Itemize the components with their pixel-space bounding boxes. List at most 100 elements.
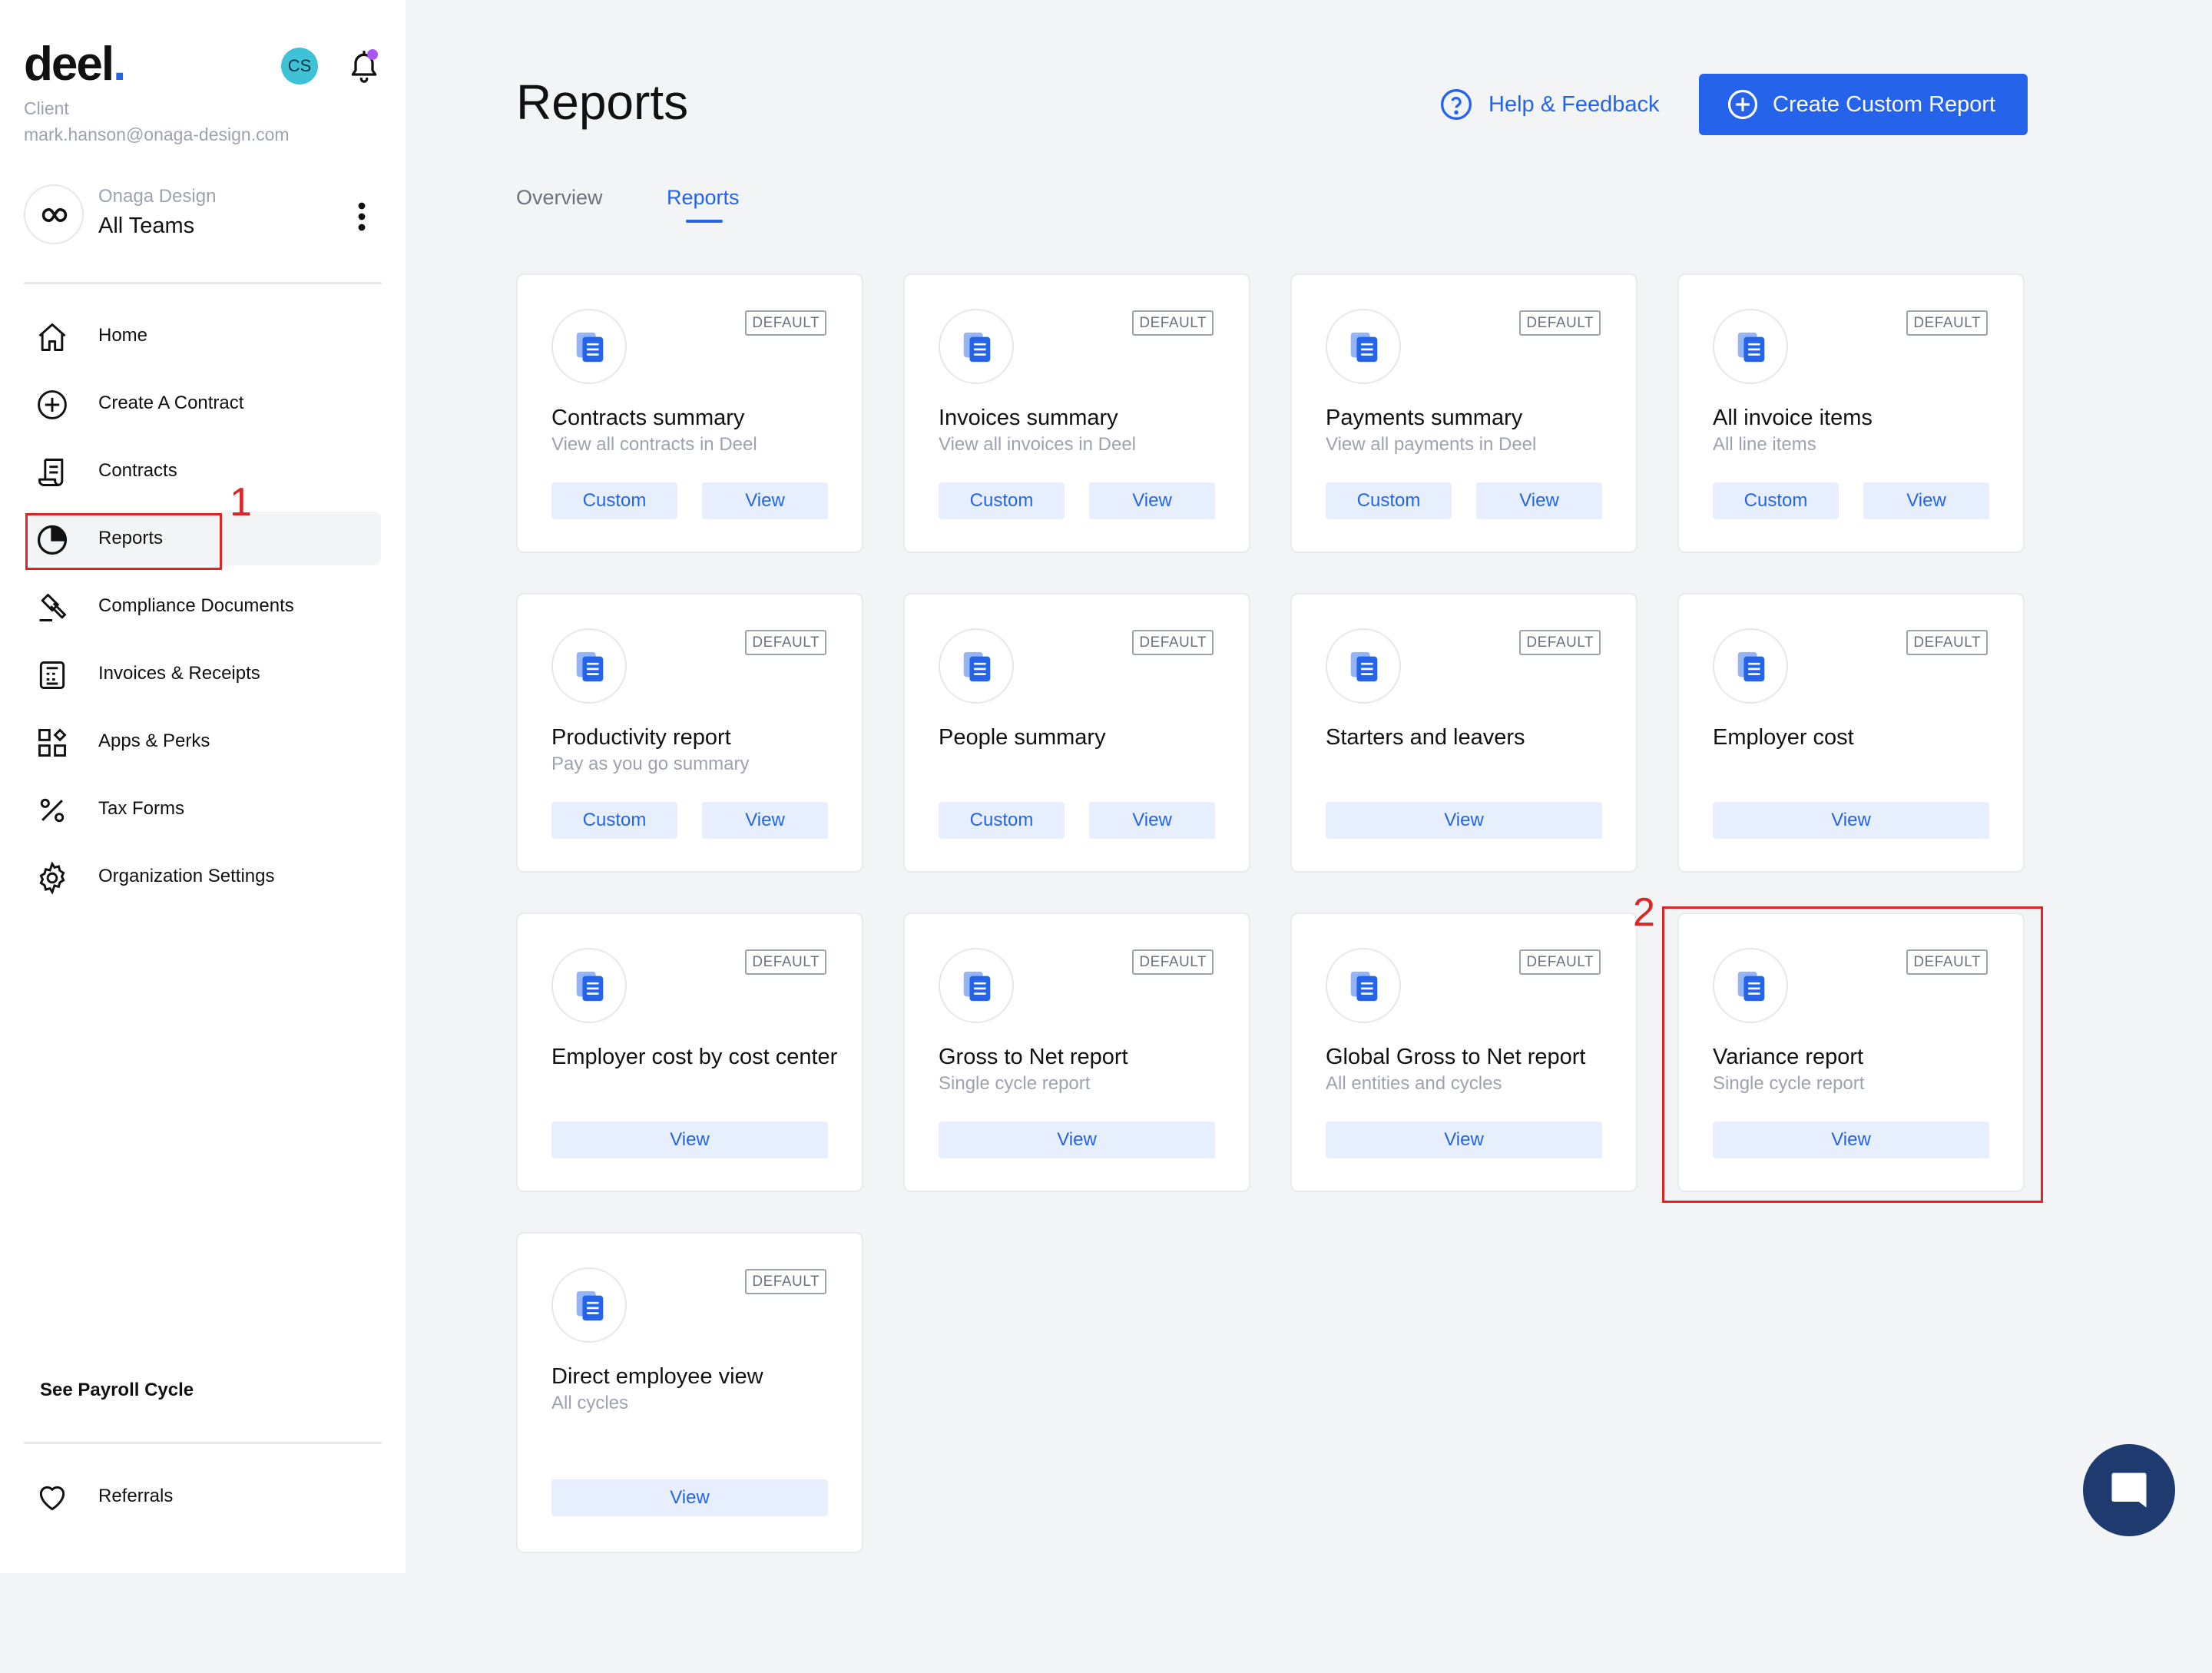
custom-button[interactable]: Custom: [939, 482, 1065, 519]
view-button[interactable]: View: [1476, 482, 1602, 519]
documents-icon: [576, 332, 604, 363]
home-icon: [38, 323, 66, 351]
card-title: All invoice items: [1713, 406, 1873, 430]
sidebar-item-compliance-documents[interactable]: Compliance Documents: [26, 579, 379, 633]
view-button[interactable]: View: [1863, 482, 1989, 519]
view-button[interactable]: View: [702, 802, 828, 839]
team-name: All Teams: [98, 214, 195, 238]
create-custom-report-button[interactable]: Create Custom Report: [1699, 74, 2028, 135]
report-icon-circle: [551, 628, 627, 704]
sidebar-item-organization-settings[interactable]: Organization Settings: [26, 850, 379, 903]
documents-icon: [1737, 651, 1765, 682]
annotation-number-2: 2: [1633, 890, 1655, 935]
view-button[interactable]: View: [1713, 802, 1989, 839]
custom-button[interactable]: Custom: [551, 482, 677, 519]
default-badge: DEFAULT: [745, 310, 826, 336]
report-icon-circle: [1326, 628, 1401, 704]
sidebar-item-create-contract[interactable]: Create A Contract: [26, 376, 379, 430]
sidebar-item-invoices-receipts[interactable]: Invoices & Receipts: [26, 647, 379, 701]
card-subtitle: Single cycle report: [939, 1073, 1091, 1094]
tab-reports[interactable]: Reports: [667, 186, 740, 210]
annotation-number-1: 1: [230, 480, 252, 525]
annotation-box-1: [25, 513, 222, 570]
card-title: Invoices summary: [939, 406, 1118, 430]
documents-icon: [963, 971, 991, 1002]
sidebar-item-contracts[interactable]: Contracts: [26, 444, 379, 498]
card-title: Starters and leavers: [1326, 725, 1525, 750]
report-icon-circle: [939, 948, 1014, 1023]
card-title: Payments summary: [1326, 406, 1523, 430]
custom-button[interactable]: Custom: [1713, 482, 1839, 519]
view-button[interactable]: View: [551, 1121, 828, 1158]
report-icon-circle: [551, 1267, 627, 1343]
report-card-starters-and-leavers: DEFAULT Starters and leavers View: [1290, 593, 1637, 873]
documents-icon: [1737, 332, 1765, 363]
custom-button[interactable]: Custom: [939, 802, 1065, 839]
view-button[interactable]: View: [702, 482, 828, 519]
report-icon-circle: [1326, 309, 1401, 384]
kebab-menu-icon[interactable]: [354, 201, 369, 232]
team-switcher[interactable]: Onaga Design All Teams: [24, 183, 385, 249]
card-subtitle: View all invoices in Deel: [939, 434, 1137, 455]
view-button[interactable]: View: [1326, 802, 1602, 839]
card-title: People summary: [939, 725, 1106, 750]
card-title: Productivity report: [551, 725, 731, 750]
documents-icon: [576, 971, 604, 1002]
default-badge: DEFAULT: [1132, 630, 1214, 655]
report-card-payments-summary: DEFAULT Payments summary View all paymen…: [1290, 273, 1637, 553]
sidebar-item-tax-forms[interactable]: Tax Forms: [26, 782, 379, 836]
receipt-icon: [39, 661, 65, 689]
report-icon-circle: [551, 948, 627, 1023]
card-title: Gross to Net report: [939, 1045, 1128, 1069]
documents-icon: [963, 651, 991, 682]
report-card-direct-employee-view: DEFAULT Direct employee view All cycles …: [516, 1232, 863, 1553]
view-button[interactable]: View: [1326, 1121, 1602, 1158]
annotation-box-2: [1662, 906, 2043, 1203]
report-card-contracts-summary: DEFAULT Contracts summary View all contr…: [516, 273, 863, 553]
report-icon-circle: [939, 309, 1014, 384]
report-card-global-gross-to-net-report: DEFAULT Global Gross to Net report All e…: [1290, 913, 1637, 1192]
view-button[interactable]: View: [939, 1121, 1215, 1158]
report-icon-circle: [1713, 309, 1788, 384]
user-email: mark.hanson@onaga-design.com: [24, 124, 290, 144]
documents-icon: [1350, 332, 1378, 363]
card-subtitle: View all payments in Deel: [1326, 434, 1537, 455]
default-badge: DEFAULT: [745, 1269, 826, 1294]
custom-button[interactable]: Custom: [1326, 482, 1452, 519]
tab-overview[interactable]: Overview: [516, 186, 603, 210]
documents-icon: [1350, 971, 1378, 1002]
chat-button[interactable]: [2083, 1444, 2175, 1536]
default-badge: DEFAULT: [1906, 630, 1988, 655]
team-logo: [24, 184, 84, 244]
report-icon-circle: [1326, 948, 1401, 1023]
custom-button[interactable]: Custom: [551, 802, 677, 839]
report-card-invoices-summary: DEFAULT Invoices summary View all invoic…: [903, 273, 1250, 553]
sidebar-item-apps-perks[interactable]: Apps & Perks: [26, 714, 379, 768]
deel-logo[interactable]: deel.: [24, 37, 126, 91]
documents-icon: [576, 1290, 604, 1321]
card-title: Direct employee view: [551, 1364, 763, 1389]
avatar[interactable]: CS: [281, 48, 318, 84]
sidebar-item-home[interactable]: Home: [26, 309, 379, 363]
page-title: Reports: [516, 75, 689, 130]
sidebar-item-referrals[interactable]: Referrals: [26, 1469, 379, 1523]
infinity-icon: [41, 207, 68, 223]
percent-icon: [40, 798, 65, 823]
heart-icon: [39, 1486, 65, 1511]
card-title: Employer cost: [1713, 725, 1854, 750]
view-button[interactable]: View: [1089, 802, 1215, 839]
documents-icon: [1350, 651, 1378, 682]
report-card-people-summary: DEFAULT People summary Custom View: [903, 593, 1250, 873]
view-button[interactable]: View: [551, 1479, 828, 1516]
card-subtitle: All cycles: [551, 1393, 629, 1413]
report-card-employer-cost-by-cost-center: DEFAULT Employer cost by cost center Vie…: [516, 913, 863, 1192]
plus-circle-icon: [38, 390, 67, 419]
contract-icon: [38, 459, 64, 486]
documents-icon: [576, 651, 604, 682]
card-title: Employer cost by cost center: [551, 1045, 838, 1069]
report-card-all-invoice-items: DEFAULT All invoice items All line items…: [1677, 273, 2025, 553]
card-subtitle: View all contracts in Deel: [551, 434, 757, 455]
view-button[interactable]: View: [1089, 482, 1215, 519]
see-payroll-cycle-link[interactable]: See Payroll Cycle: [40, 1380, 194, 1401]
default-badge: DEFAULT: [1519, 630, 1601, 655]
